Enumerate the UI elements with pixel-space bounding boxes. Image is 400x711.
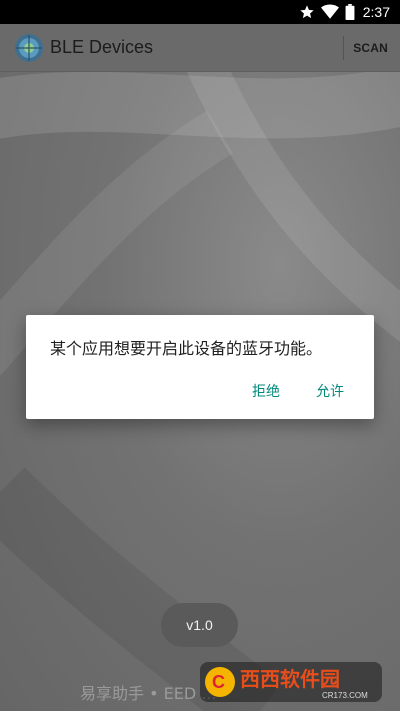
scan-divider — [343, 36, 344, 60]
site-logo-url: CR173.COM — [322, 691, 368, 700]
dialog-message: 某个应用想要开启此设备的蓝牙功能。 — [50, 339, 323, 358]
app-title: BLE Devices — [50, 37, 154, 57]
star-icon — [299, 4, 315, 20]
wifi-icon — [320, 4, 339, 20]
status-bar: 2:37 — [0, 0, 400, 24]
app-logo-icon — [14, 33, 44, 63]
bluetooth-permission-dialog: 某个应用想要开启此设备的蓝牙功能。 拒绝 允许 — [26, 315, 374, 419]
version-badge: v1.0 — [161, 603, 238, 647]
watermark-text: 易享助手 • EED ... — [80, 684, 217, 703]
battery-icon — [345, 4, 355, 20]
deny-button[interactable]: 拒绝 — [252, 381, 280, 401]
app-bar: BLE Devices SCAN — [0, 24, 400, 72]
status-time: 2:37 — [362, 4, 390, 20]
allow-button[interactable]: 允许 — [316, 381, 344, 401]
svg-text:C: C — [212, 672, 225, 692]
site-logo: C 西西软件园 CR173.COM — [200, 660, 382, 704]
scan-button[interactable]: SCAN — [353, 24, 388, 72]
site-logo-text: 西西软件园 — [240, 667, 340, 691]
